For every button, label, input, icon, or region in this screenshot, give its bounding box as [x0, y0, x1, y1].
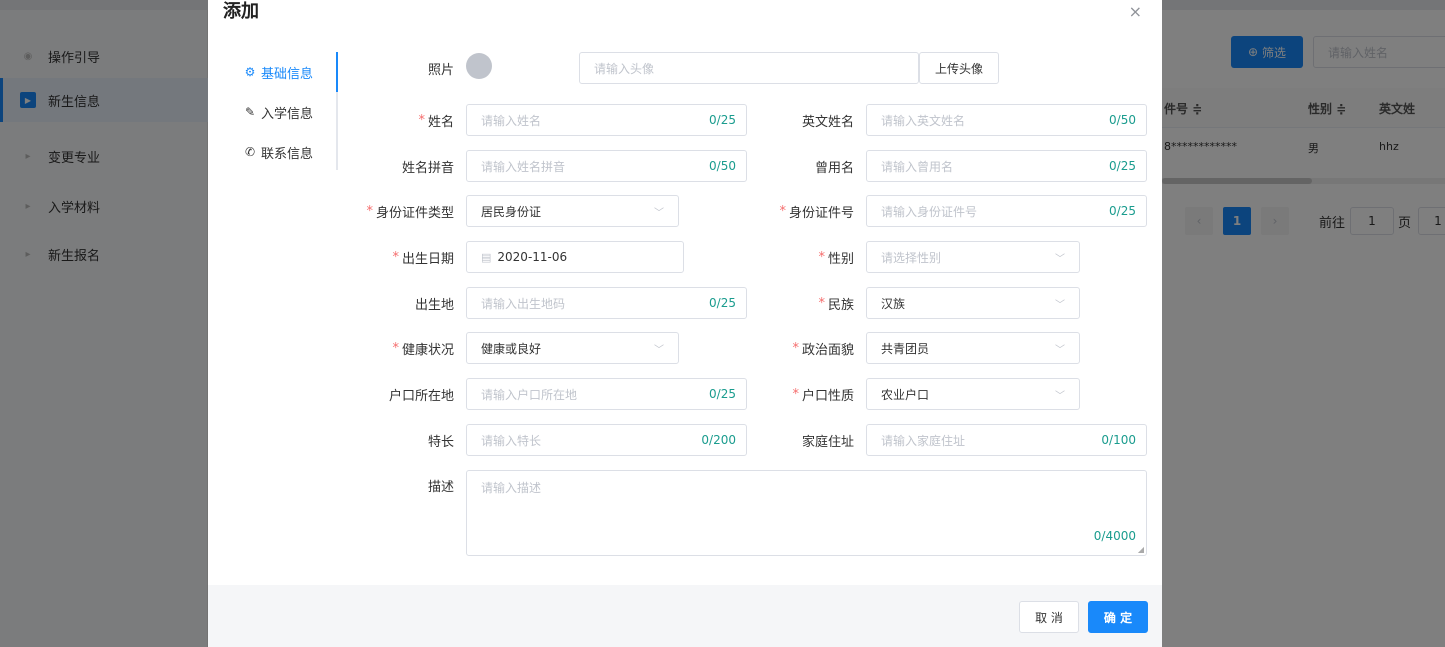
- calendar-icon: ▤: [481, 250, 492, 264]
- hukou-type-select[interactable]: 农业户口 ﹀: [866, 378, 1080, 410]
- english-name-label: 英文姓名: [801, 114, 854, 130]
- pinyin-input[interactable]: 请输入姓名拼音 0/50: [466, 150, 747, 182]
- resize-handle-icon[interactable]: ◢: [1138, 545, 1144, 554]
- gender-label: * 性别: [818, 249, 854, 267]
- phone-icon: ✆: [244, 145, 256, 159]
- id-number-label: * 身份证件号: [779, 203, 854, 221]
- gender-select[interactable]: 请选择性别 ﹀: [866, 241, 1080, 273]
- cancel-button[interactable]: 取 消: [1019, 601, 1079, 633]
- id-type-label: * 身份证件类型: [366, 203, 454, 221]
- add-dialog: 添加 × ⚙ 基础信息 ✎ 入学信息 ✆ 联系信息 照片 请输入头像 上传头像 …: [208, 0, 1162, 647]
- former-name-label: 曾用名: [814, 160, 854, 176]
- chevron-down-icon: ﹀: [1055, 253, 1065, 265]
- english-name-input[interactable]: 请输入英文姓名 0/50: [866, 104, 1147, 136]
- ethnicity-label: * 民族: [818, 295, 854, 313]
- avatar-url-input[interactable]: 请输入头像: [579, 52, 919, 84]
- hukou-place-input[interactable]: 请输入户口所在地 0/25: [466, 378, 747, 410]
- hukou-place-label: 户口所在地: [388, 388, 454, 404]
- photo-label: 照片: [427, 62, 454, 78]
- health-label: * 健康状况: [392, 340, 454, 358]
- chevron-down-icon: ﹀: [654, 207, 664, 219]
- ethnicity-select[interactable]: 汉族 ﹀: [866, 287, 1080, 319]
- dialog-title: 添加: [223, 1, 259, 22]
- section-tabs: ⚙ 基础信息 ✎ 入学信息 ✆ 联系信息: [228, 52, 338, 172]
- id-type-select[interactable]: 居民身份证 ﹀: [466, 195, 679, 227]
- tab-label: 基础信息: [261, 66, 314, 82]
- political-label: * 政治面貌: [792, 340, 854, 358]
- birth-date-label: * 出生日期: [392, 249, 454, 267]
- chevron-down-icon: ﹀: [1055, 299, 1065, 311]
- name-label: * 姓名: [418, 112, 454, 130]
- pinyin-label: 姓名拼音: [401, 160, 454, 176]
- chevron-down-icon: ﹀: [1055, 390, 1065, 402]
- close-icon[interactable]: ×: [1129, 2, 1142, 22]
- hukou-type-label: * 户口性质: [792, 386, 854, 404]
- health-select[interactable]: 健康或良好 ﹀: [466, 332, 679, 364]
- chevron-down-icon: ﹀: [654, 344, 664, 356]
- upload-avatar-button[interactable]: 上传头像: [919, 52, 999, 84]
- description-textarea[interactable]: 请输入描述 0/4000 ◢: [466, 470, 1147, 556]
- tabs-active-indicator: [336, 52, 338, 92]
- name-input[interactable]: 请输入姓名 0/25: [466, 104, 747, 136]
- tab-label: 入学信息: [261, 106, 314, 122]
- description-label: 描述: [427, 479, 454, 495]
- chevron-down-icon: ﹀: [1055, 344, 1065, 356]
- home-address-input[interactable]: 请输入家庭住址 0/100: [866, 424, 1147, 456]
- pen-icon: ✎: [244, 105, 256, 119]
- confirm-button[interactable]: 确 定: [1088, 601, 1148, 633]
- former-name-input[interactable]: 请输入曾用名 0/25: [866, 150, 1147, 182]
- specialty-label: 特长: [427, 434, 454, 450]
- birth-date-picker[interactable]: ▤ 2020-11-06: [466, 241, 684, 273]
- gear-icon: ⚙: [244, 65, 256, 79]
- tab-label: 联系信息: [261, 146, 314, 162]
- tab-enrollment-info[interactable]: ✎ 入学信息: [228, 92, 338, 132]
- dialog-footer: 取 消 确 定: [208, 585, 1162, 647]
- tab-contact-info[interactable]: ✆ 联系信息: [228, 132, 338, 172]
- specialty-input[interactable]: 请输入特长 0/200: [466, 424, 747, 456]
- birthplace-label: 出生地: [414, 297, 454, 313]
- political-select[interactable]: 共青团员 ﹀: [866, 332, 1080, 364]
- birthplace-input[interactable]: 请输入出生地码 0/25: [466, 287, 747, 319]
- avatar: [466, 53, 492, 79]
- home-address-label: 家庭住址: [801, 434, 854, 450]
- tab-basic-info[interactable]: ⚙ 基础信息: [228, 52, 338, 92]
- id-number-input[interactable]: 请输入身份证件号 0/25: [866, 195, 1147, 227]
